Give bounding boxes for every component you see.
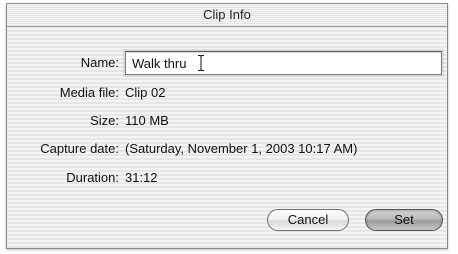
clip-info-dialog: Clip Info Name: Media file: Clip 02 Size… bbox=[6, 3, 448, 249]
size-row: Size: 110 MB bbox=[7, 110, 447, 132]
capture-date-row: Capture date: (Saturday, November 1, 200… bbox=[7, 138, 447, 160]
duration-label: Duration: bbox=[66, 170, 119, 185]
media-file-row: Media file: Clip 02 bbox=[7, 82, 447, 104]
size-value: 110 MB bbox=[125, 113, 169, 128]
capture-date-label: Capture date: bbox=[40, 141, 119, 156]
capture-date-value: (Saturday, November 1, 2003 10:17 AM) bbox=[125, 141, 358, 156]
set-button[interactable]: Set bbox=[365, 209, 443, 231]
name-label: Name: bbox=[80, 55, 119, 70]
duration-row: Duration: 31:12 bbox=[7, 167, 447, 189]
name-field[interactable] bbox=[125, 51, 442, 75]
size-label: Size: bbox=[90, 113, 119, 128]
window-title: Clip Info bbox=[203, 7, 251, 22]
title-bar[interactable]: Clip Info bbox=[7, 4, 447, 27]
name-row: Name: bbox=[7, 51, 447, 75]
media-file-label: Media file: bbox=[59, 85, 119, 100]
media-file-value: Clip 02 bbox=[125, 85, 166, 100]
duration-value: 31:12 bbox=[125, 170, 158, 185]
cancel-button[interactable]: Cancel bbox=[267, 209, 349, 231]
